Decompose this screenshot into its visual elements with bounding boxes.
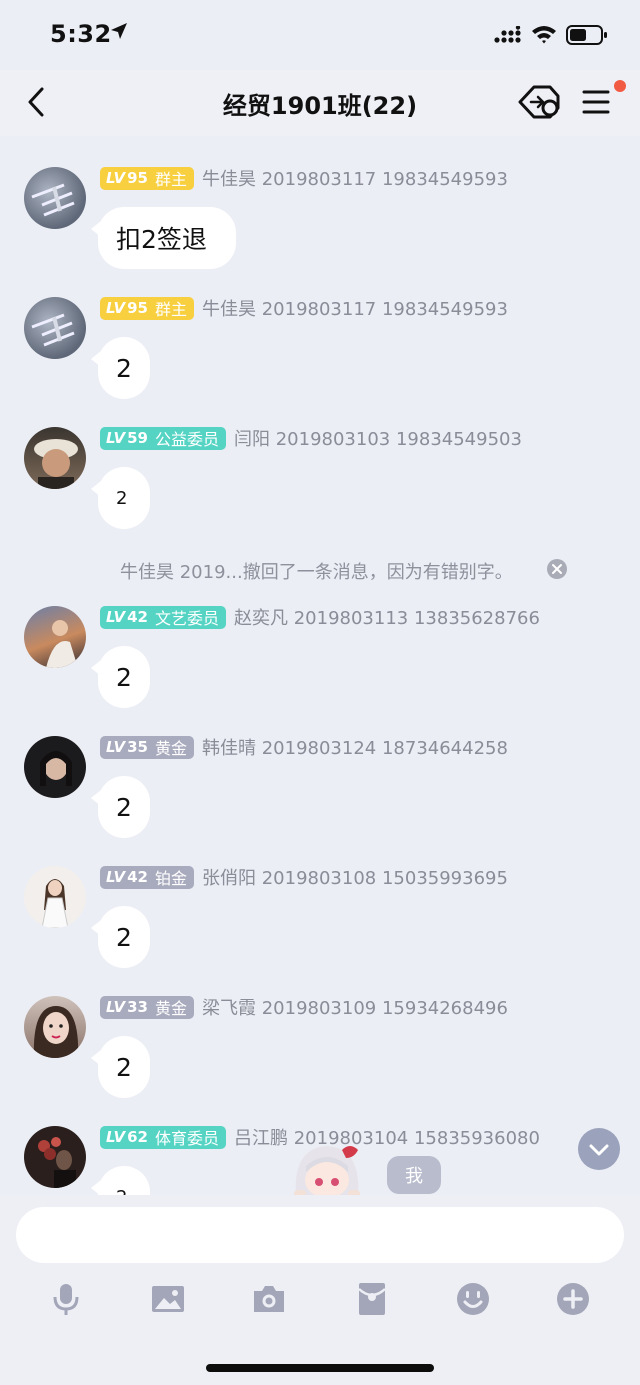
chat-message: LV 95 群主 牛佳昊 2019803117 19834549593 扣2签退 bbox=[0, 166, 640, 297]
chat-header: 经贸1901班(22) bbox=[0, 70, 640, 136]
message-text: 2 bbox=[116, 1052, 132, 1082]
level-badge: LV 95 群主 bbox=[100, 296, 194, 320]
wifi-icon bbox=[532, 26, 556, 44]
status-time: 5:32 bbox=[50, 20, 112, 48]
sender-name: 牛佳昊 2019803117 19834549593 bbox=[202, 169, 508, 190]
message-bubble[interactable]: 2 bbox=[91, 1036, 150, 1098]
chat-message: LV 35 黄金 韩佳晴 2019803124 18734644258 2 bbox=[0, 735, 640, 866]
message-bubble[interactable]: 2 bbox=[91, 467, 150, 529]
avatar[interactable] bbox=[24, 866, 86, 928]
cellular-signal-icon bbox=[494, 26, 521, 43]
avatar[interactable] bbox=[24, 427, 86, 489]
avatar[interactable] bbox=[24, 297, 86, 359]
battery-icon bbox=[566, 25, 607, 45]
sender-name: 闫阳 2019803103 19834549503 bbox=[234, 429, 522, 450]
message-text: 2 bbox=[116, 792, 132, 822]
message-bubble[interactable]: 扣2签退 bbox=[91, 207, 236, 269]
red-packet-icon[interactable] bbox=[354, 1281, 390, 1317]
sender-name: 张俏阳 2019803108 15035993695 bbox=[202, 868, 508, 889]
sender-name: 牛佳昊 2019803117 19834549593 bbox=[202, 299, 508, 320]
sender-name: 赵奕凡 2019803113 13835628766 bbox=[234, 608, 540, 629]
message-text: 2 bbox=[116, 1187, 127, 1196]
sender-name: 吕江鹏 2019803104 15835936080 bbox=[234, 1128, 540, 1149]
message-bubble[interactable]: 2 bbox=[91, 1166, 150, 1196]
chat-message: LV 33 黄金 梁飞霞 2019803109 15934268496 2 bbox=[0, 995, 640, 1126]
message-text: 扣2签退 bbox=[116, 225, 207, 254]
message-bubble[interactable]: 2 bbox=[91, 776, 150, 838]
avatar[interactable] bbox=[24, 996, 86, 1058]
message-meta: LV 42 文艺委员 赵奕凡 2019803113 13835628766 bbox=[100, 605, 540, 629]
chat-message: LV 59 公益委员 闫阳 2019803103 19834549503 2 bbox=[0, 426, 640, 557]
scroll-down-button[interactable] bbox=[578, 1128, 620, 1170]
home-indicator[interactable] bbox=[206, 1364, 434, 1372]
avatar[interactable] bbox=[24, 736, 86, 798]
message-text: 2 bbox=[116, 922, 132, 952]
sender-name: 梁飞霞 2019803109 15934268496 bbox=[202, 998, 508, 1019]
camera-icon[interactable] bbox=[251, 1281, 287, 1317]
level-badge: LV 95 群主 bbox=[100, 166, 194, 190]
plus-icon[interactable] bbox=[555, 1281, 591, 1317]
status-bar: 5:32 bbox=[0, 0, 640, 70]
level-badge: LV 42 文艺委员 bbox=[100, 605, 226, 629]
location-arrow-icon bbox=[111, 23, 127, 39]
level-badge: LV 35 黄金 bbox=[100, 735, 194, 759]
message-meta: LV 42 铂金 张俏阳 2019803108 15035993695 bbox=[100, 865, 508, 889]
sender-name: 韩佳晴 2019803124 18734644258 bbox=[202, 738, 508, 759]
avatar[interactable] bbox=[24, 1126, 86, 1188]
level-badge: LV 62 体育委员 bbox=[100, 1126, 226, 1149]
level-badge: LV 42 铂金 bbox=[100, 865, 194, 889]
message-bubble[interactable]: 2 bbox=[91, 646, 150, 708]
avatar[interactable] bbox=[24, 606, 86, 668]
chat-message: LV 95 群主 牛佳昊 2019803117 19834549593 2 bbox=[0, 296, 640, 427]
avatar[interactable] bbox=[24, 167, 86, 229]
image-icon[interactable] bbox=[150, 1281, 186, 1317]
level-badge: LV 33 黄金 bbox=[100, 995, 194, 1019]
microphone-icon[interactable] bbox=[48, 1281, 84, 1317]
message-meta: LV 35 黄金 韩佳晴 2019803124 18734644258 bbox=[100, 735, 508, 759]
notification-dot bbox=[614, 80, 626, 92]
message-input[interactable] bbox=[16, 1207, 624, 1263]
chat-message: LV 42 文艺委员 赵奕凡 2019803113 13835628766 2 bbox=[0, 605, 640, 736]
menu-icon[interactable] bbox=[580, 86, 612, 118]
message-meta: LV 59 公益委员 闫阳 2019803103 19834549503 bbox=[100, 426, 522, 450]
input-area bbox=[0, 1195, 640, 1385]
level-badge: LV 59 公益委员 bbox=[100, 426, 226, 450]
message-bubble[interactable]: 2 bbox=[91, 337, 150, 399]
message-bubble[interactable]: 2 bbox=[91, 906, 150, 968]
recall-notice-text: 牛佳昊 2019...撤回了一条消息，因为有错别字。 bbox=[120, 562, 513, 583]
me-button[interactable]: 我 bbox=[387, 1156, 441, 1194]
mascot-character-icon[interactable] bbox=[284, 1138, 370, 1198]
emoji-icon[interactable] bbox=[455, 1281, 491, 1317]
message-text: 2 bbox=[116, 662, 132, 692]
message-meta: LV 95 群主 牛佳昊 2019803117 19834549593 bbox=[100, 296, 508, 320]
message-text: 2 bbox=[116, 353, 132, 383]
message-meta: LV 33 黄金 梁飞霞 2019803109 15934268496 bbox=[100, 995, 508, 1019]
recall-notice: 牛佳昊 2019...撤回了一条消息，因为有错别字。 bbox=[0, 556, 640, 583]
message-text: 2 bbox=[116, 487, 128, 509]
message-meta: LV 95 群主 牛佳昊 2019803117 19834549593 bbox=[100, 166, 508, 190]
group-tag-icon[interactable] bbox=[516, 82, 562, 122]
chat-message: LV 42 铂金 张俏阳 2019803108 15035993695 2 bbox=[0, 865, 640, 996]
close-icon[interactable] bbox=[547, 559, 567, 579]
